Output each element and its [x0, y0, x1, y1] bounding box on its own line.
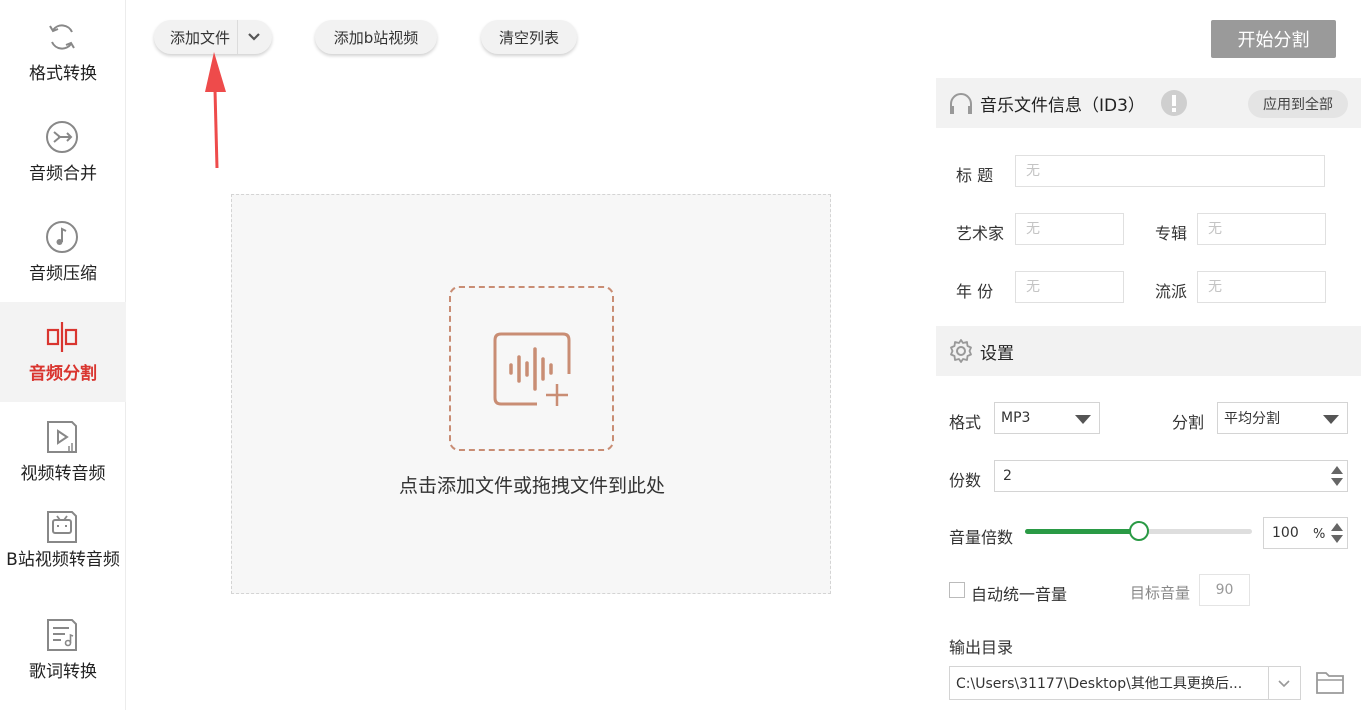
- annotation-arrow-up-icon: [205, 52, 226, 169]
- artist-input[interactable]: [1015, 213, 1124, 245]
- gear-icon: [950, 339, 972, 363]
- output-directory-label: 输出目录: [949, 638, 1014, 657]
- format-label: 格式: [949, 413, 982, 432]
- volume-label: 音量倍数: [949, 528, 1014, 547]
- sidebar-item-label: 格式转换: [29, 64, 97, 84]
- parts-value: 2: [1003, 468, 1012, 484]
- decrement-icon[interactable]: [1331, 535, 1343, 543]
- artist-label: 艺术家: [956, 224, 1005, 243]
- format-value: MP3: [1001, 410, 1031, 426]
- id3-section-header: 音乐文件信息（ID3） 应用到全部: [936, 78, 1361, 128]
- apply-to-all-button[interactable]: 应用到全部: [1248, 90, 1348, 118]
- info-alert-icon[interactable]: [1160, 89, 1188, 117]
- dropdown-arrow-icon: [1323, 415, 1339, 424]
- divider: [237, 20, 238, 54]
- id3-section-title: 音乐文件信息（ID3）: [980, 96, 1145, 116]
- sidebar: 格式转换 音频合并 音频压缩 音频分割 视频转音频 B站视频转音频 歌词转换: [0, 0, 126, 710]
- clear-list-button[interactable]: 清空列表: [481, 20, 577, 54]
- album-input[interactable]: [1197, 213, 1326, 245]
- add-file-label: 添加文件: [170, 28, 231, 47]
- folder-icon[interactable]: [1315, 669, 1345, 695]
- parts-stepper[interactable]: 2: [994, 460, 1348, 492]
- output-path-field[interactable]: C:\Users\31177\Desktop\其他工具更换后...: [949, 666, 1269, 700]
- start-split-button[interactable]: 开始分割: [1211, 20, 1336, 58]
- add-audio-icon: [493, 332, 571, 406]
- drop-hint-text: 点击添加文件或拖拽文件到此处: [398, 475, 665, 497]
- split-label: 分割: [1172, 413, 1205, 432]
- merge-icon: [46, 121, 78, 153]
- video-play-icon: [47, 421, 77, 453]
- chevron-down-icon[interactable]: [246, 29, 262, 45]
- split-mode-select[interactable]: 平均分割: [1217, 402, 1348, 434]
- split-mode-value: 平均分割: [1224, 411, 1280, 427]
- drop-target-frame: [449, 286, 614, 451]
- volume-value: 100: [1272, 525, 1299, 541]
- settings-section-header: 设置: [936, 326, 1361, 376]
- refresh-icon: [49, 24, 75, 50]
- genre-label: 流派: [1155, 282, 1188, 301]
- increment-icon[interactable]: [1331, 523, 1343, 531]
- sidebar-item-label: 歌词转换: [29, 662, 97, 682]
- title-input[interactable]: [1015, 155, 1325, 187]
- sidebar-item-lyrics-convert[interactable]: 歌词转换: [0, 606, 126, 706]
- sidebar-item-audio-compress[interactable]: 音频压缩: [0, 202, 126, 302]
- music-note-icon: [46, 221, 78, 253]
- sidebar-item-label: 音频分割: [29, 364, 97, 384]
- volume-slider-fill: [1025, 529, 1139, 534]
- parts-label: 份数: [949, 471, 982, 490]
- target-volume-input[interactable]: 90: [1199, 574, 1250, 606]
- output-path-dropdown[interactable]: [1268, 666, 1301, 700]
- auto-volume-label: 自动统一音量: [971, 585, 1068, 604]
- volume-stepper[interactable]: 100 %: [1263, 517, 1348, 549]
- decrement-icon[interactable]: [1331, 478, 1343, 486]
- bilibili-tv-icon: [47, 511, 77, 543]
- year-input[interactable]: [1015, 271, 1124, 303]
- headphones-icon: [950, 93, 972, 114]
- genre-input[interactable]: [1197, 271, 1326, 303]
- dropdown-arrow-icon: [1075, 415, 1091, 424]
- split-icon: [46, 322, 78, 352]
- chevron-down-icon: [1278, 680, 1290, 688]
- format-select[interactable]: MP3: [994, 402, 1100, 434]
- sidebar-item-label: B站视频转音频: [6, 550, 120, 570]
- album-label: 专辑: [1155, 224, 1188, 243]
- sidebar-item-audio-split[interactable]: 音频分割: [0, 302, 126, 402]
- settings-section-title: 设置: [980, 344, 1014, 364]
- increment-icon[interactable]: [1331, 466, 1343, 474]
- sidebar-item-audio-merge[interactable]: 音频合并: [0, 102, 126, 202]
- sidebar-item-bilibili-to-audio[interactable]: B站视频转音频: [0, 502, 126, 606]
- target-volume-label: 目标音量: [1130, 584, 1191, 602]
- volume-unit: %: [1313, 527, 1326, 542]
- file-drop-zone[interactable]: 点击添加文件或拖拽文件到此处: [231, 194, 831, 594]
- sidebar-item-label: 音频合并: [29, 164, 97, 184]
- sidebar-item-format-convert[interactable]: 格式转换: [0, 2, 126, 102]
- sidebar-item-label: 音频压缩: [29, 264, 97, 284]
- add-bilibili-video-button[interactable]: 添加b站视频: [315, 20, 437, 54]
- year-label: 年 份: [956, 282, 994, 301]
- auto-volume-checkbox[interactable]: [949, 582, 965, 598]
- sidebar-item-video-to-audio[interactable]: 视频转音频: [0, 402, 126, 502]
- volume-slider-thumb[interactable]: [1128, 521, 1149, 541]
- add-file-button[interactable]: 添加文件: [154, 20, 272, 54]
- title-label: 标 题: [956, 166, 994, 185]
- volume-slider[interactable]: [1025, 521, 1252, 541]
- lyrics-icon: [47, 619, 77, 651]
- sidebar-item-label: 视频转音频: [20, 464, 106, 484]
